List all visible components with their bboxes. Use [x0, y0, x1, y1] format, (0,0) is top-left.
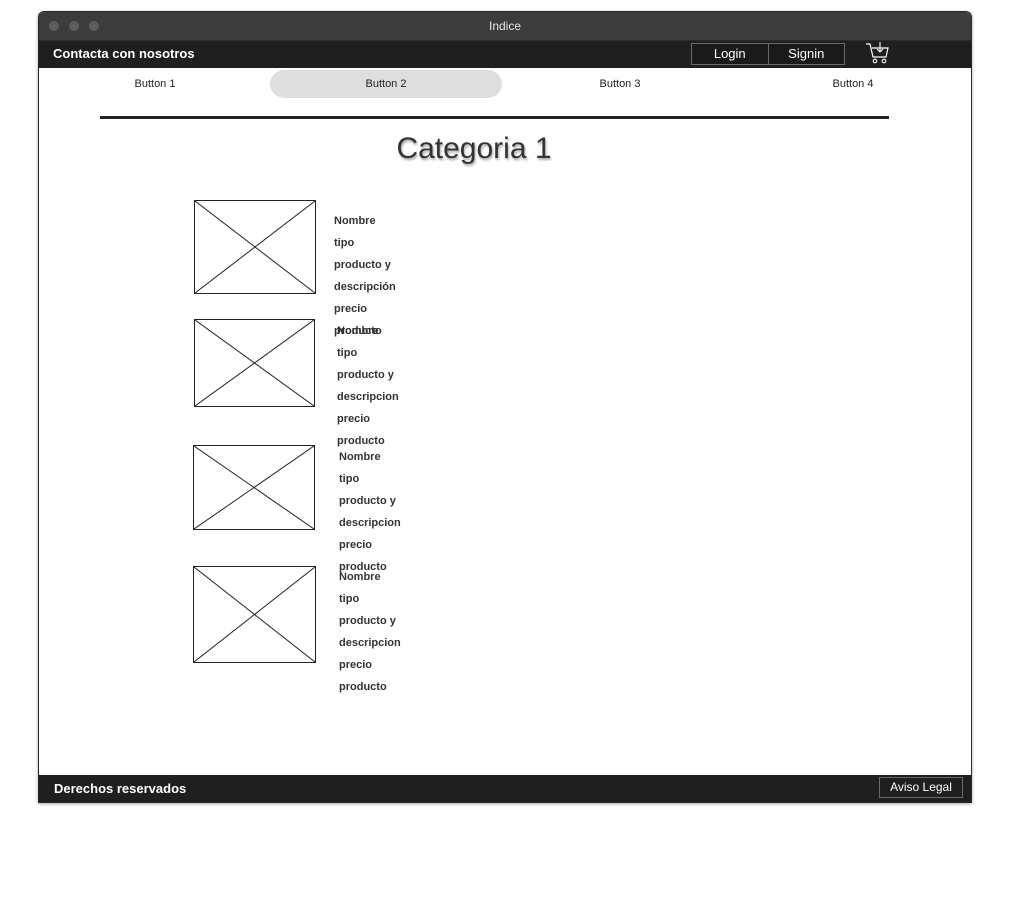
login-button[interactable]: Login — [692, 44, 768, 64]
product-name: Nombre — [339, 571, 381, 583]
nav-button-3[interactable]: Button 3 — [504, 70, 736, 98]
product-info: Nombre tipo producto y descripcion preci… — [339, 566, 401, 698]
header-divider — [100, 116, 889, 119]
signin-button[interactable]: Signin — [767, 44, 845, 64]
product-image-placeholder[interactable] — [194, 200, 316, 294]
product-description: tipo producto y descripcion — [339, 593, 401, 649]
legal-notice-button[interactable]: Aviso Legal — [879, 777, 963, 798]
product-image-placeholder[interactable] — [193, 566, 316, 663]
product-name: Nombre — [337, 325, 379, 337]
rights-text: Derechos reservados — [54, 781, 187, 796]
product-image-placeholder[interactable] — [194, 319, 315, 407]
product-info: Nombre tipo producto y descripcion preci… — [339, 446, 401, 578]
product-name: Nombre — [334, 215, 376, 227]
product-name: Nombre — [339, 451, 381, 463]
footer: Derechos reservados Aviso Legal — [39, 775, 971, 802]
top-header: Contacta con nosotros Login Signin — [39, 41, 971, 68]
nav-bar: Button 1 Button 2 Button 3 Button 4 — [39, 68, 971, 102]
shopping-cart-icon[interactable] — [865, 41, 891, 65]
title-bar: Indice — [39, 12, 971, 41]
auth-button-group: Login Signin — [691, 43, 845, 65]
browser-window: Indice Contacta con nosotros Login Signi… — [38, 11, 972, 803]
product-info: Nombre tipo producto y descripcion preci… — [337, 320, 399, 452]
page-title: Categoria 1 — [396, 132, 552, 165]
product-description: tipo producto y descripcion — [339, 473, 401, 529]
product-description: tipo producto y descripcion — [337, 347, 399, 403]
product-description: tipo producto y descripción — [334, 237, 396, 293]
contact-link[interactable]: Contacta con nosotros — [53, 46, 195, 61]
nav-button-4[interactable]: Button 4 — [737, 70, 969, 98]
nav-button-2[interactable]: Button 2 — [270, 70, 502, 98]
product-image-placeholder[interactable] — [193, 445, 315, 530]
product-price: precio producto — [339, 659, 387, 693]
nav-button-1[interactable]: Button 1 — [39, 70, 271, 98]
window-title: Indice — [488, 19, 522, 33]
